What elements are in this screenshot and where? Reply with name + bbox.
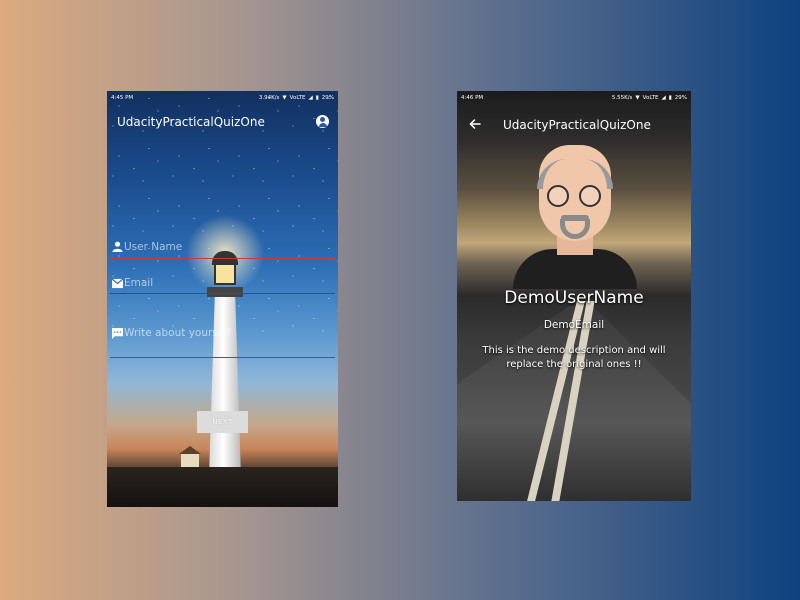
status-speed: 5.55K/s	[611, 95, 633, 101]
profile-screen: 4:46 PM 5.55K/s ▼ VoLTE ◢ ▮ 29% UdacityP…	[457, 91, 691, 501]
arrow-back-icon[interactable]	[469, 119, 481, 129]
status-bar: 4:46 PM 5.55K/s ▼ VoLTE ◢ ▮ 29%	[457, 91, 691, 105]
status-bar: 4:45 PM 3.94K/s ▼ VoLTE ◢ ▮ 29%	[107, 91, 338, 105]
status-battery: 29%	[321, 95, 334, 101]
signup-screen: 4:45 PM 3.94K/s ▼ VoLTE ◢ ▮ 29% UdacityP…	[107, 91, 338, 507]
email-icon	[112, 278, 123, 289]
status-network: VoLTE	[642, 95, 659, 101]
next-button[interactable]: NEXT	[197, 411, 248, 433]
comment-icon	[112, 328, 123, 339]
battery-icon: ▮	[315, 95, 319, 101]
status-time: 4:45 PM	[111, 95, 134, 101]
email-field[interactable]: Email	[110, 277, 335, 297]
username-placeholder: User Name	[124, 241, 183, 253]
wifi-icon: ▼	[635, 95, 640, 101]
status-battery: 29%	[674, 95, 687, 101]
status-time: 4:46 PM	[461, 95, 484, 101]
wifi-icon: ▼	[282, 95, 287, 101]
profile-description: This is the demo description and will re…	[482, 345, 666, 370]
profile-email: DemoEmail	[543, 319, 605, 331]
username-field[interactable]: User Name	[110, 241, 335, 261]
battery-icon: ▮	[668, 95, 672, 101]
email-placeholder: Email	[124, 277, 154, 289]
avatar	[513, 141, 637, 289]
username-underline	[110, 258, 335, 259]
account-circle-icon[interactable]	[316, 115, 329, 128]
app-title: UdacityPracticalQuizOne	[503, 118, 651, 132]
about-underline	[110, 357, 335, 358]
email-underline	[110, 293, 335, 294]
signal-icon: ◢	[308, 95, 313, 101]
signal-icon: ◢	[661, 95, 666, 101]
status-network: VoLTE	[289, 95, 306, 101]
status-speed: 3.94K/s	[258, 95, 280, 101]
profile-name: DemoUserName	[504, 288, 644, 308]
about-field[interactable]: Write about yourself	[110, 327, 335, 359]
app-title: UdacityPracticalQuizOne	[117, 115, 265, 129]
ground	[107, 467, 338, 507]
person-icon	[112, 241, 123, 252]
about-placeholder: Write about yourself	[124, 327, 231, 339]
cottage-image	[179, 446, 201, 468]
